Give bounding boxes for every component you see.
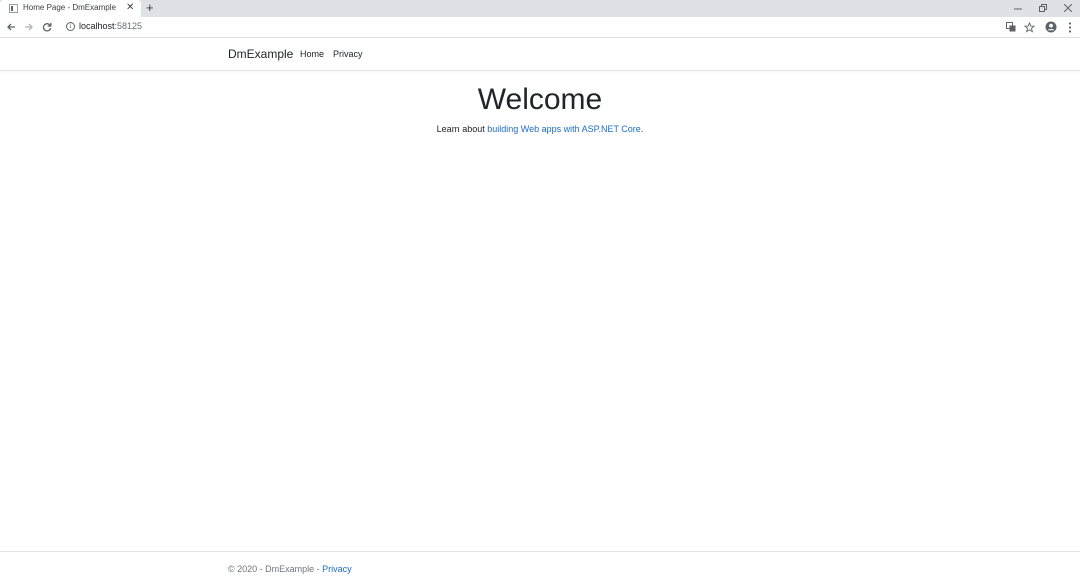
back-arrow-icon[interactable] — [4, 20, 18, 34]
url-text: localhost:58125 — [79, 21, 143, 31]
browser-tab[interactable]: Home Page - DmExample ✕ — [0, 0, 141, 17]
nav-privacy-link[interactable]: Privacy — [333, 49, 363, 59]
footer-privacy-link[interactable]: Privacy — [322, 564, 352, 574]
translate-icon[interactable] — [1004, 20, 1018, 34]
minimize-icon[interactable] — [1011, 1, 1025, 15]
info-icon[interactable]: i — [66, 22, 75, 31]
page-favicon-icon — [9, 4, 18, 13]
reload-icon[interactable] — [40, 20, 54, 34]
tab-title: Home Page - DmExample — [23, 3, 116, 12]
restore-icon[interactable] — [1036, 1, 1050, 15]
tab-strip: Home Page - DmExample ✕ + — [0, 0, 1080, 17]
close-tab-icon[interactable]: ✕ — [126, 1, 134, 15]
footer-text: © 2020 - DmExample - Privacy — [228, 564, 352, 574]
browser-toolbar: i localhost:58125 — [0, 17, 1080, 38]
lead-text: Learn about building Web apps with ASP.N… — [436, 124, 644, 134]
account-icon[interactable] — [1044, 20, 1058, 34]
forward-arrow-icon[interactable] — [22, 20, 36, 34]
site-footer: © 2020 - DmExample - Privacy — [0, 551, 1080, 584]
site-navbar: DmExample Home Privacy — [0, 38, 1080, 71]
star-icon[interactable] — [1022, 20, 1036, 34]
nav-home-link[interactable]: Home — [300, 49, 324, 59]
brand-link[interactable]: DmExample — [228, 47, 293, 61]
main-content: Welcome Learn about building Web apps wi… — [0, 71, 1080, 551]
kebab-menu-icon[interactable] — [1063, 20, 1077, 34]
address-bar[interactable]: i localhost:58125 — [60, 19, 1000, 35]
aspnet-docs-link[interactable]: building Web apps with ASP.NET Core — [487, 124, 641, 134]
close-window-icon[interactable] — [1061, 1, 1075, 15]
new-tab-button[interactable]: + — [146, 0, 154, 16]
page-title: Welcome — [477, 83, 603, 116]
